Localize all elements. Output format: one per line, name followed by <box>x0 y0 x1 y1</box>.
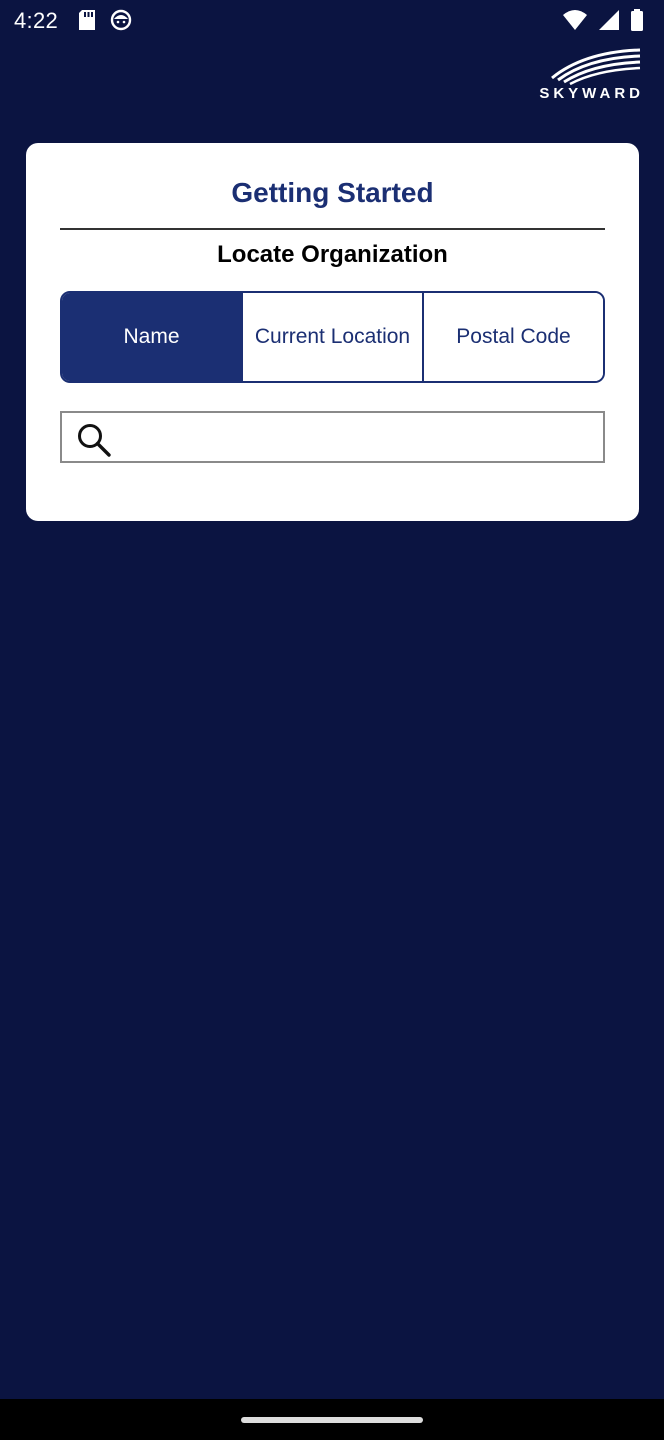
search-box[interactable] <box>60 411 605 463</box>
status-right-icons <box>562 9 644 36</box>
wifi-icon <box>562 9 588 36</box>
skyward-logo: SKYWARD <box>539 48 644 102</box>
search-icon <box>76 422 112 458</box>
card-title: Getting Started <box>231 177 434 208</box>
tab-current-location[interactable]: Current Location <box>241 293 422 381</box>
card-subtitle: Locate Organization <box>217 241 448 268</box>
cellular-signal-icon <box>598 9 620 36</box>
divider <box>60 228 605 230</box>
status-time: 4:22 <box>14 8 59 33</box>
battery-icon <box>630 9 644 36</box>
tab-name[interactable]: Name <box>62 293 241 381</box>
logo-text: SKYWARD <box>539 85 644 102</box>
navigation-bar <box>0 1399 664 1440</box>
home-indicator[interactable] <box>241 1417 423 1423</box>
getting-started-card: Getting Started Locate Organization Name… <box>26 143 639 521</box>
status-bar: 4:22 <box>0 0 664 42</box>
skyward-swoosh-icon <box>551 48 641 86</box>
search-input[interactable] <box>122 413 596 463</box>
status-left-icons <box>78 9 132 36</box>
sd-card-icon <box>78 9 96 36</box>
notification-face-icon <box>110 9 132 36</box>
tab-postal-code[interactable]: Postal Code <box>422 293 603 381</box>
locate-by-segmented-control: Name Current Location Postal Code <box>60 291 605 383</box>
